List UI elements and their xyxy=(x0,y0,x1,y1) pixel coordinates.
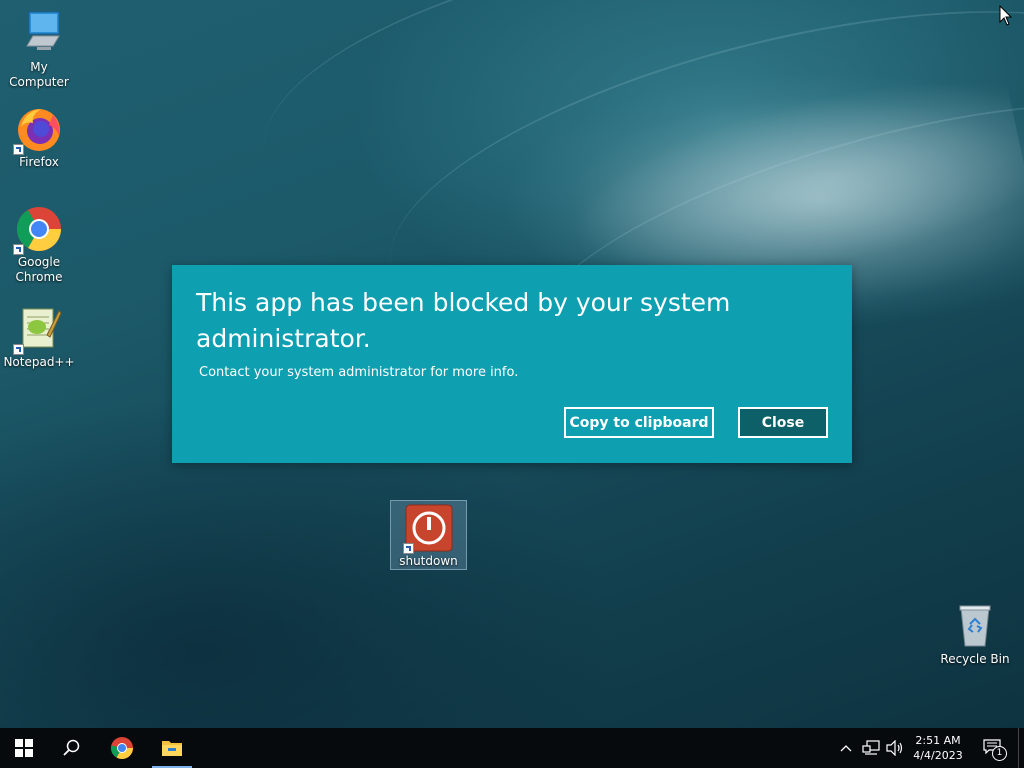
desktop-icon-firefox[interactable]: Firefox xyxy=(0,105,78,170)
taskbar-chrome-button[interactable] xyxy=(98,728,146,768)
network-button[interactable] xyxy=(860,728,882,768)
recycle-bin-icon xyxy=(951,602,999,650)
desktop-icon-label: My Computer xyxy=(9,60,69,89)
action-center-button[interactable]: 1 xyxy=(978,728,1008,768)
chevron-up-icon xyxy=(840,745,852,752)
close-button[interactable]: Close xyxy=(738,407,828,438)
clock-date: 4/4/2023 xyxy=(913,749,963,762)
shortcut-arrow-icon xyxy=(13,144,24,155)
file-explorer-icon xyxy=(162,741,182,756)
desktop-icon-shutdown[interactable]: shutdown xyxy=(390,500,467,570)
clock[interactable]: 2:51 AM 4/4/2023 xyxy=(908,728,968,768)
start-button[interactable] xyxy=(0,728,48,768)
firefox-icon xyxy=(13,105,63,155)
desktop-icon-label: Firefox xyxy=(19,155,59,169)
desktop-icon-google-chrome[interactable]: Google Chrome xyxy=(0,205,78,285)
desktop-icon-label: Google Chrome xyxy=(15,255,63,284)
blocked-app-dialog: This app has been blocked by your system… xyxy=(172,265,852,463)
network-icon xyxy=(862,740,880,755)
shortcut-arrow-icon xyxy=(13,244,24,255)
notification-count-badge: 1 xyxy=(992,746,1007,761)
desktop-icon-notepad-plus-plus[interactable]: Notepad++ xyxy=(0,305,78,370)
taskbar: 2:51 AM 4/4/2023 1 xyxy=(0,728,1024,768)
notepad-plus-plus-icon xyxy=(13,305,63,355)
power-icon xyxy=(403,504,453,554)
clock-time: 2:51 AM xyxy=(915,734,961,747)
desktop-icon-recycle-bin[interactable]: Recycle Bin xyxy=(936,602,1014,667)
windows-logo-icon xyxy=(15,739,33,757)
chrome-icon xyxy=(110,737,133,759)
copy-to-clipboard-button[interactable]: Copy to clipboard xyxy=(564,407,714,438)
mouse-cursor-icon xyxy=(999,4,1013,31)
taskbar-file-explorer-button[interactable] xyxy=(148,728,196,768)
desktop: My Computer Firefox Google Chrome Notepa… xyxy=(0,0,1024,728)
notification-icon: 1 xyxy=(983,739,1007,761)
dialog-title: This app has been blocked by your system… xyxy=(196,288,731,353)
desktop-icon-my-computer[interactable]: My Computer xyxy=(0,10,78,90)
search-button[interactable] xyxy=(48,728,96,768)
shortcut-arrow-icon xyxy=(13,344,24,355)
computer-icon xyxy=(15,10,63,58)
desktop-icon-label: shutdown xyxy=(399,554,458,568)
search-icon xyxy=(63,739,80,756)
speaker-icon xyxy=(886,740,903,756)
desktop-icon-label: Recycle Bin xyxy=(940,652,1010,666)
show-hidden-icons-button[interactable] xyxy=(836,728,856,768)
dialog-message: Contact your system administrator for mo… xyxy=(199,365,519,380)
shortcut-arrow-icon xyxy=(403,543,414,554)
chrome-icon xyxy=(13,205,63,255)
volume-button[interactable] xyxy=(884,728,906,768)
desktop-icon-label: Notepad++ xyxy=(3,355,75,369)
show-desktop-button[interactable] xyxy=(1018,728,1024,768)
